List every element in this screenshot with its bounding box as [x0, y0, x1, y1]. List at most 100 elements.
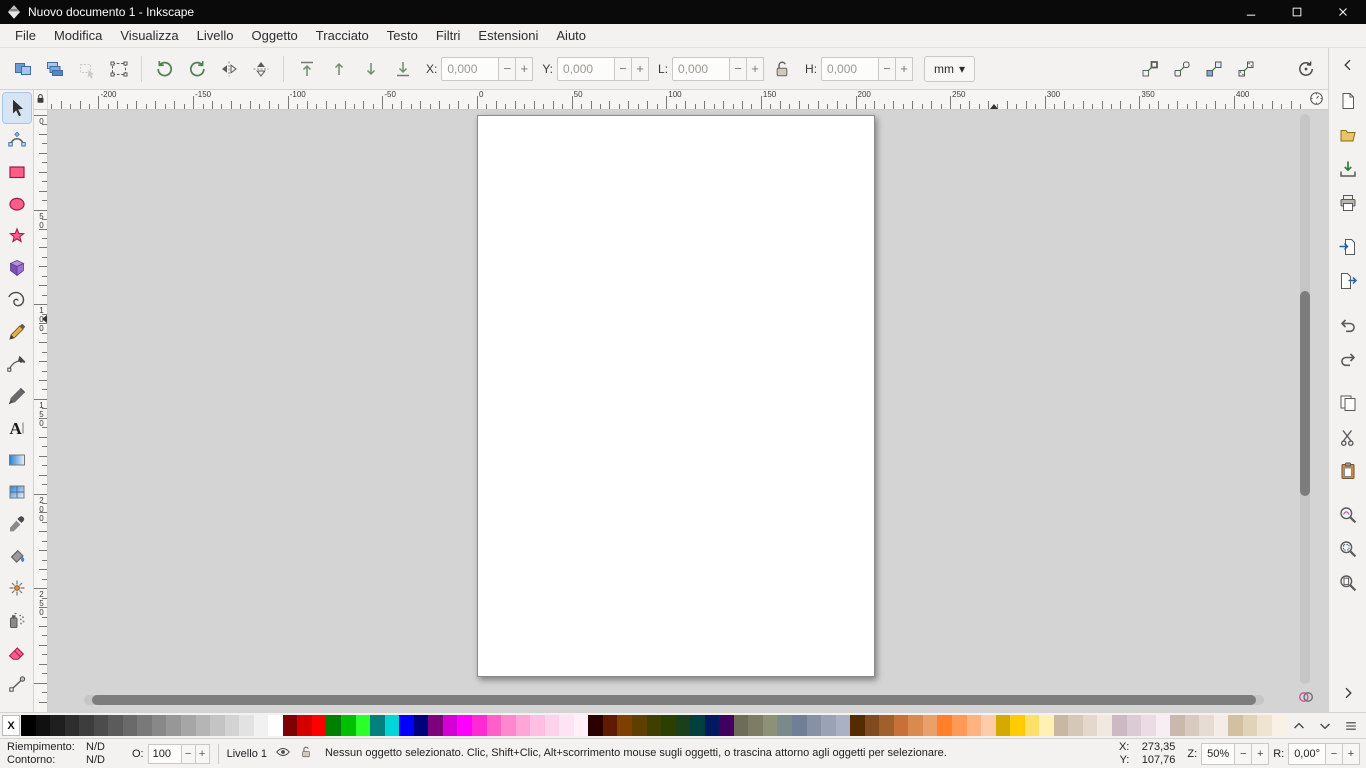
vertical-ruler[interactable]: 050100150200250: [34, 110, 48, 712]
lock-aspect-ratio-button[interactable]: [767, 54, 796, 83]
y-input[interactable]: [557, 57, 615, 81]
opacity-input[interactable]: [148, 744, 182, 764]
export-button[interactable]: [1333, 266, 1363, 296]
palette-swatch[interactable]: [981, 715, 996, 736]
palette-swatch[interactable]: [821, 715, 836, 736]
palette-swatch[interactable]: [65, 715, 80, 736]
palette-swatch[interactable]: [1025, 715, 1040, 736]
palette-swatch[interactable]: [1257, 715, 1272, 736]
palette-swatch[interactable]: [676, 715, 691, 736]
palette-swatch[interactable]: [1170, 715, 1185, 736]
rectangle-tool-button[interactable]: [3, 157, 31, 187]
gradient-tool-button[interactable]: [3, 445, 31, 475]
select-all-layers-button[interactable]: [40, 54, 69, 83]
palette-swatch[interactable]: [734, 715, 749, 736]
palette-swatch[interactable]: [152, 715, 167, 736]
undo-button[interactable]: [1333, 310, 1363, 340]
palette-swatch[interactable]: [414, 715, 429, 736]
palette-swatch[interactable]: [297, 715, 312, 736]
palette-swatch[interactable]: [472, 715, 487, 736]
palette-swatch[interactable]: [94, 715, 109, 736]
palette-swatch[interactable]: [1097, 715, 1112, 736]
flip-horizontal-button[interactable]: [214, 54, 243, 83]
units-dropdown[interactable]: mm ▾: [924, 56, 975, 82]
zoom-selection-button[interactable]: [1333, 534, 1363, 564]
lower-to-bottom-button[interactable]: [388, 54, 417, 83]
palette-scroll-up-button[interactable]: [1286, 715, 1312, 736]
palette-swatch[interactable]: [312, 715, 327, 736]
palette-swatch[interactable]: [1214, 715, 1229, 736]
zoom-drawing-button[interactable]: [1333, 500, 1363, 530]
scale-stroke-toggle[interactable]: [1135, 54, 1164, 83]
x-input[interactable]: [441, 57, 499, 81]
spiral-tool-button[interactable]: [3, 285, 31, 315]
palette-swatch[interactable]: [428, 715, 443, 736]
palette-swatch[interactable]: [385, 715, 400, 736]
palette-swatch[interactable]: [1039, 715, 1054, 736]
new-document-button[interactable]: [1333, 86, 1363, 116]
collapse-snap-toolbar-button[interactable]: [1333, 54, 1363, 76]
palette-swatch[interactable]: [865, 715, 880, 736]
palette-swatch[interactable]: [166, 715, 181, 736]
palette-swatch[interactable]: [836, 715, 851, 736]
palette-swatch[interactable]: [1272, 715, 1287, 736]
palette-swatch[interactable]: [326, 715, 341, 736]
rotation-decrement-button[interactable]: −: [1326, 743, 1343, 765]
maximize-button[interactable]: [1274, 0, 1320, 24]
box-3d-tool-button[interactable]: [3, 253, 31, 283]
zoom-page-button[interactable]: [1333, 568, 1363, 598]
paint-bucket-tool-button[interactable]: [3, 541, 31, 571]
move-gradients-toggle[interactable]: [1199, 54, 1228, 83]
lock-guides-button[interactable]: [1308, 90, 1325, 110]
star-tool-button[interactable]: [3, 221, 31, 251]
palette-swatch[interactable]: [137, 715, 152, 736]
palette-swatch[interactable]: [108, 715, 123, 736]
palette-swatch[interactable]: [908, 715, 923, 736]
connector-tool-button[interactable]: [3, 669, 31, 699]
palette-swatch[interactable]: [283, 715, 298, 736]
palette-swatch[interactable]: [399, 715, 414, 736]
palette-swatch[interactable]: [1199, 715, 1214, 736]
expand-toolbar-button[interactable]: [1333, 682, 1363, 704]
palette-swatch[interactable]: [210, 715, 225, 736]
palette-swatch[interactable]: [661, 715, 676, 736]
rotate-ccw-button[interactable]: [150, 54, 179, 83]
palette-menu-button[interactable]: [1338, 715, 1364, 736]
palette-swatch[interactable]: [196, 715, 211, 736]
cut-button[interactable]: [1333, 422, 1363, 452]
palette-swatch[interactable]: [516, 715, 531, 736]
deselect-button[interactable]: [72, 54, 101, 83]
horizontal-ruler[interactable]: -200-150-100-50050100150200250300350400: [48, 90, 1304, 109]
node-editor-tool-button[interactable]: [3, 125, 31, 155]
eraser-tool-button[interactable]: [3, 637, 31, 667]
palette-swatch[interactable]: [952, 715, 967, 736]
palette-swatch[interactable]: [1112, 715, 1127, 736]
palette-swatch[interactable]: [1054, 715, 1069, 736]
menu-item-livello[interactable]: Livello: [188, 24, 243, 47]
opacity-increment-button[interactable]: +: [196, 744, 210, 764]
palette-swatch[interactable]: [1156, 715, 1171, 736]
height-decrement-button[interactable]: −: [879, 57, 896, 81]
minimize-button[interactable]: [1228, 0, 1274, 24]
canvas[interactable]: [48, 110, 1328, 712]
fill-stroke-indicator[interactable]: Riempimento: N/D Contorno: N/D: [0, 739, 128, 768]
y-decrement-button[interactable]: −: [615, 57, 632, 81]
zoom-decrement-button[interactable]: −: [1235, 743, 1252, 765]
palette-swatch[interactable]: [254, 715, 269, 736]
palette-swatch[interactable]: [1127, 715, 1142, 736]
palette-swatch[interactable]: [792, 715, 807, 736]
palette-swatch[interactable]: [894, 715, 909, 736]
x-increment-button[interactable]: +: [516, 57, 533, 81]
menu-item-file[interactable]: File: [6, 24, 45, 47]
palette-swatch[interactable]: [923, 715, 938, 736]
palette-swatch[interactable]: [967, 715, 982, 736]
palette-swatch[interactable]: [879, 715, 894, 736]
palette-swatch[interactable]: [370, 715, 385, 736]
palette-swatch[interactable]: [487, 715, 502, 736]
palette-swatch[interactable]: [807, 715, 822, 736]
palette-swatch[interactable]: [341, 715, 356, 736]
raise-to-top-button[interactable]: [292, 54, 321, 83]
palette-swatch[interactable]: [36, 715, 51, 736]
duplicate-button[interactable]: [1333, 388, 1363, 418]
palette-swatch[interactable]: [1243, 715, 1258, 736]
